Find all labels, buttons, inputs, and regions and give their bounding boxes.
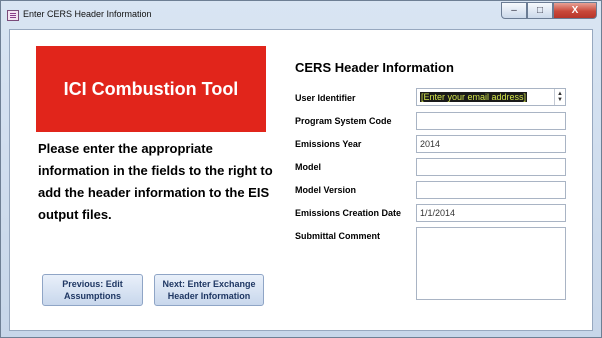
user-identifier-value: [Enter your email address] [420, 92, 528, 102]
caption-buttons: – □ X [501, 2, 597, 20]
user-identifier-label: User Identifier [295, 93, 356, 103]
model-version-label: Model Version [295, 185, 357, 195]
next-label-line1: Next: Enter Exchange [162, 279, 256, 289]
model-field[interactable] [416, 158, 566, 176]
user-identifier-field[interactable]: [Enter your email address] ▲ ▼ [416, 88, 566, 106]
close-button[interactable]: X [553, 2, 597, 19]
submittal-comment-field[interactable] [416, 227, 566, 300]
banner-title: ICI Combustion Tool [63, 78, 239, 99]
program-system-code-field[interactable] [416, 112, 566, 130]
prev-label-line1: Previous: Edit [62, 279, 123, 289]
submittal-comment-label: Submittal Comment [295, 231, 381, 241]
next-label-line2: Header Information [167, 291, 251, 301]
emissions-creation-date-label: Emissions Creation Date [295, 208, 402, 218]
tool-banner: ICI Combustion Tool [36, 46, 266, 132]
dialog-window: Enter CERS Header Information – □ X ICI … [0, 0, 602, 338]
maximize-button[interactable]: □ [527, 2, 553, 19]
form-body: ICI Combustion Tool Please enter the app… [9, 29, 593, 331]
form-icon [7, 10, 19, 21]
emissions-creation-date-field[interactable]: 1/1/2014 [416, 204, 566, 222]
prev-label-line2: Assumptions [63, 291, 121, 301]
previous-edit-assumptions-button[interactable]: Previous: Edit Assumptions [42, 274, 143, 306]
model-label: Model [295, 162, 321, 172]
next-exchange-header-button[interactable]: Next: Enter Exchange Header Information [154, 274, 264, 306]
instructions-text: Please enter the appropriate information… [38, 141, 273, 222]
emissions-year-field[interactable]: 2014 [416, 135, 566, 153]
title-bar: Enter CERS Header Information – □ X [1, 1, 601, 29]
spinner-icon[interactable]: ▲ ▼ [554, 89, 565, 105]
minimize-button[interactable]: – [501, 2, 527, 19]
form-title: CERS Header Information [295, 60, 454, 75]
model-version-field[interactable] [416, 181, 566, 199]
emissions-year-label: Emissions Year [295, 139, 362, 149]
program-system-code-label: Program System Code [295, 116, 392, 126]
window-title: Enter CERS Header Information [23, 9, 152, 19]
